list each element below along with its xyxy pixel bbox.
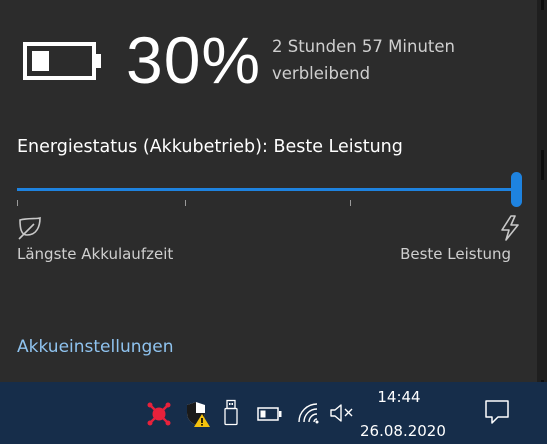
clock-date: 26.08.2020 [360,422,446,440]
slider-track[interactable] [17,188,516,191]
clock-time: 14:44 [377,388,421,406]
battery-percentage: 30% [126,23,262,97]
battery-icon [23,42,101,80]
usb-drive-icon[interactable] [223,399,239,427]
battery-icon[interactable] [257,406,283,422]
slider-tick [350,200,351,206]
slider-tick [17,200,18,206]
flyout-scrollbar [537,0,547,382]
leaf-icon [18,216,41,240]
battery-flyout: 30% 2 Stunden 57 Minuten verbleibend Ene… [0,0,537,382]
power-mode-slider[interactable] [17,170,522,210]
battery-settings-link[interactable]: Akkueinstellungen [17,337,174,357]
slider-max-label: Beste Leistung [400,245,511,263]
lightning-icon [501,215,519,241]
slider-thumb[interactable] [511,172,522,207]
battery-time-remaining-line2: verbleibend [272,64,371,83]
scrollbar-segment [541,150,544,180]
taskbar-clock[interactable]: 14:44 26.08.2020 [360,385,446,443]
power-mode-label: Energiestatus (Akkubetrieb): Beste Leist… [17,137,403,157]
network-alert-icon[interactable] [146,401,172,427]
wifi-icon[interactable] [296,401,322,425]
volume-muted-icon[interactable] [329,402,355,424]
slider-min-label: Längste Akkulaufzeit [17,245,174,263]
battery-time-remaining-line1: 2 Stunden 57 Minuten [272,37,455,56]
taskbar [0,382,547,444]
scrollbar-segment [541,0,544,10]
security-warning-icon[interactable] [185,400,211,428]
action-center-icon[interactable] [484,399,510,425]
slider-tick [185,200,186,206]
battery-time-remaining: 2 Stunden 57 Minuten verbleibend [272,33,455,87]
